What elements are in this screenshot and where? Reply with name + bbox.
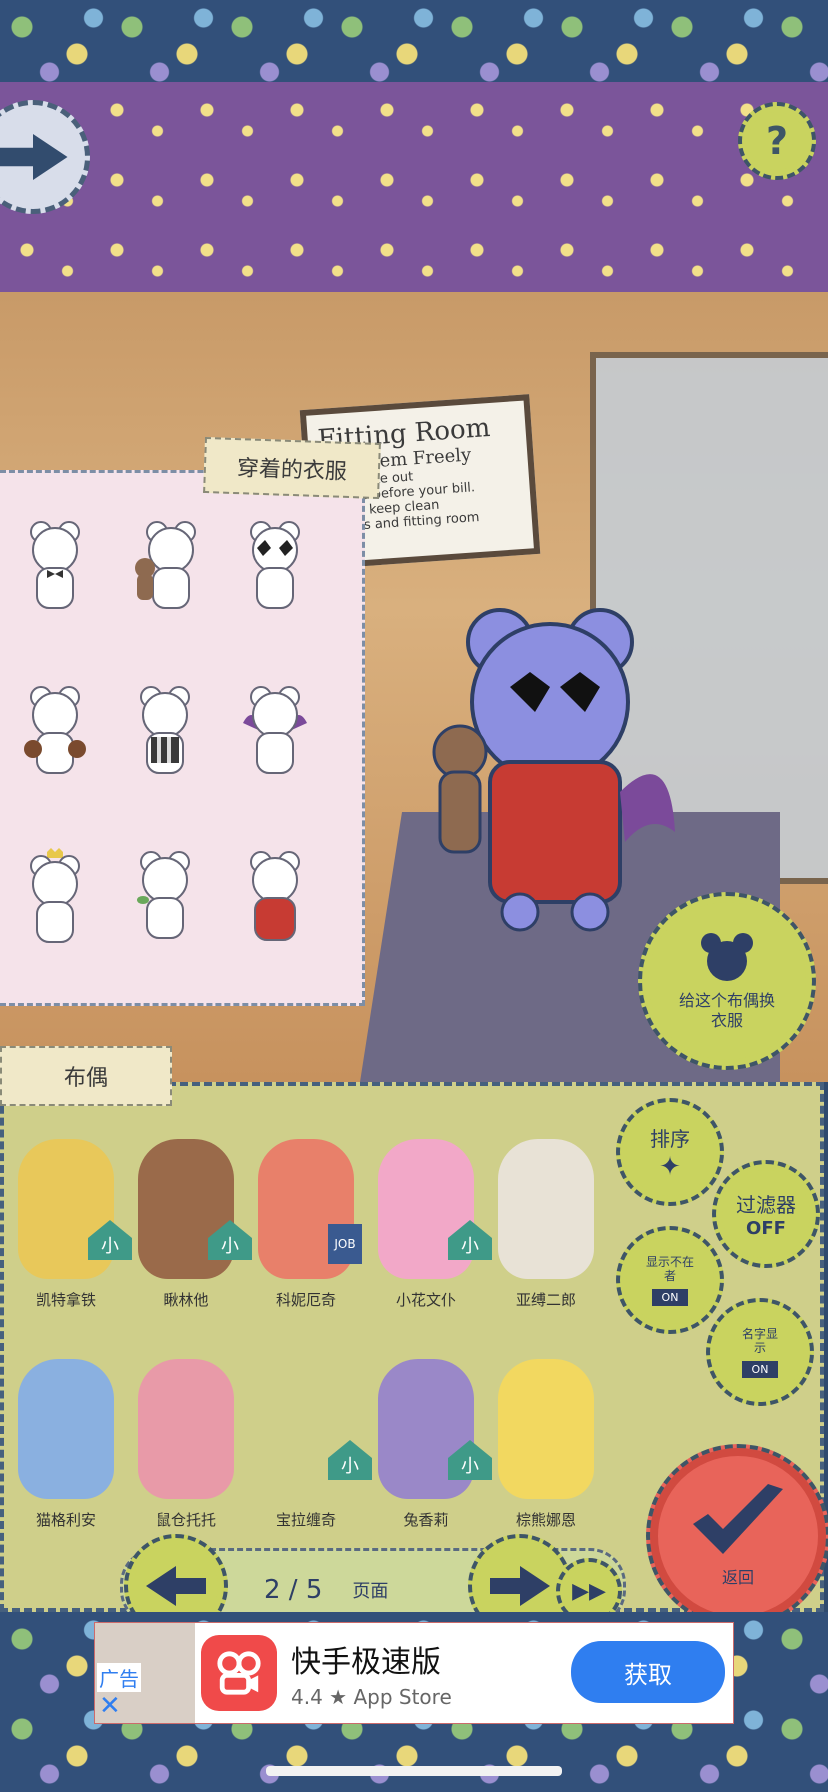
doll-name: 猫格利安	[35, 1511, 96, 1529]
wearing-item-red-jacket[interactable]	[240, 843, 310, 953]
doll-name: 宝拉缠奇	[275, 1511, 336, 1529]
change-clothes-button[interactable]: 给这个布偶换衣服	[638, 892, 816, 1070]
doll-grid: 小 凯特拿铁 小 瞅林他 JOB 科妮厄奇 小 小花文仆 亚缚二郎 猫格利安 鼠…	[0, 1110, 610, 1540]
doll-card[interactable]: 棕熊娜恩	[486, 1330, 606, 1530]
doll-card[interactable]: 鼠仓托托	[126, 1330, 246, 1530]
doll-character[interactable]	[420, 592, 680, 932]
right-arrow-icon	[0, 134, 68, 180]
dolls-panel-title: 布偶	[0, 1046, 172, 1106]
doll-card[interactable]: 小 凯特拿铁	[6, 1110, 132, 1310]
top-star-background	[0, 0, 828, 82]
doll-card[interactable]: 小 小花文仆	[366, 1110, 492, 1310]
doll-card[interactable]: 小 瞅林他	[126, 1110, 252, 1310]
doll-card[interactable]: JOB 科妮厄奇	[246, 1110, 366, 1310]
page-label: 页面	[352, 1581, 389, 1602]
wearing-item-teddy[interactable]	[130, 513, 200, 623]
sparkle-icon: ✦	[659, 1151, 681, 1182]
app-icon	[201, 1635, 277, 1711]
doll-name: 棕熊娜恩	[515, 1511, 576, 1529]
wearing-item-leaf[interactable]	[130, 843, 200, 953]
show-absent-state: ON	[651, 1288, 689, 1306]
wearing-item-boxing-gloves[interactable]	[20, 678, 90, 788]
show-absent-label: 显示不在者	[645, 1254, 694, 1283]
change-clothes-label: 给这个布偶换衣服	[678, 991, 775, 1030]
doll-portrait	[18, 1359, 114, 1499]
filter-button[interactable]: 过滤器 OFF	[712, 1160, 820, 1268]
left-arrow-icon	[146, 1566, 206, 1606]
doll-card[interactable]: 小 兔香莉	[366, 1330, 492, 1530]
page-number: 2 / 5	[264, 1575, 323, 1605]
wearing-item-crown[interactable]	[20, 843, 90, 953]
ad-tag-label: 广告	[97, 1663, 141, 1692]
wearing-clothes-panel	[0, 470, 365, 1006]
doll-portrait	[498, 1139, 594, 1279]
bear-head-icon	[701, 933, 753, 981]
doll-name: 兔香莉	[403, 1511, 449, 1529]
wearing-item-star-glasses[interactable]	[240, 513, 310, 623]
ad-close-icon[interactable]: ✕	[99, 1691, 121, 1721]
doll-portrait	[498, 1359, 594, 1499]
ad-get-button[interactable]: 获取	[571, 1641, 725, 1703]
wearing-item-bat-wings[interactable]	[240, 678, 310, 788]
wearing-item-striped-vest[interactable]	[130, 678, 200, 788]
home-indicator	[266, 1766, 562, 1776]
wearing-grid	[20, 513, 340, 983]
show-name-state: ON	[741, 1360, 779, 1378]
doll-card[interactable]: 小 宝拉缠奇	[246, 1330, 372, 1530]
doll-name: 瞅林他	[163, 1291, 209, 1309]
help-button[interactable]: ?	[738, 102, 816, 180]
return-button[interactable]: 返回	[646, 1444, 828, 1628]
job-badge: JOB	[328, 1224, 362, 1264]
doll-name: 凯特拿铁	[35, 1291, 96, 1309]
wearing-panel-title: 穿着的衣服	[203, 436, 381, 500]
return-label: 返回	[721, 1568, 754, 1587]
sort-button[interactable]: 排序 ✦	[616, 1098, 724, 1206]
doll-card[interactable]: 亚缚二郎	[486, 1110, 606, 1310]
doll-name: 亚缚二郎	[515, 1291, 576, 1309]
doll-name: 鼠仓托托	[155, 1511, 216, 1529]
show-name-label: 名字显示	[741, 1326, 778, 1355]
sort-label: 排序	[650, 1126, 690, 1151]
ad-tag: 广告 ✕	[95, 1623, 195, 1723]
filter-state: OFF	[746, 1218, 786, 1239]
ad-text: 快手极速版 4.4 ★ App Store	[291, 1637, 551, 1713]
ad-banner[interactable]: 广告 ✕ 快手极速版 4.4 ★ App Store 获取	[94, 1622, 734, 1724]
doll-name: 小花文仆	[395, 1291, 456, 1309]
show-absent-toggle[interactable]: 显示不在者 ON	[616, 1226, 724, 1334]
page-indicator: 2 / 5 页面	[264, 1572, 464, 1608]
doll-portrait	[138, 1359, 234, 1499]
show-name-toggle[interactable]: 名字显示 ON	[706, 1298, 814, 1406]
wearing-item-bowtie[interactable]	[20, 513, 90, 623]
right-arrow-icon	[490, 1566, 550, 1606]
fast-forward-icon: ▶▶	[572, 1578, 606, 1604]
filter-label: 过滤器	[736, 1193, 796, 1217]
doll-name: 科妮厄奇	[275, 1291, 336, 1309]
ad-rating: 4.4 ★ App Store	[291, 1685, 452, 1709]
help-icon: ?	[765, 119, 789, 163]
doll-card[interactable]: 猫格利安	[6, 1330, 126, 1530]
ceiling-banner	[0, 82, 828, 296]
ad-app-name: 快手极速版	[291, 1645, 441, 1680]
check-icon	[693, 1484, 783, 1554]
